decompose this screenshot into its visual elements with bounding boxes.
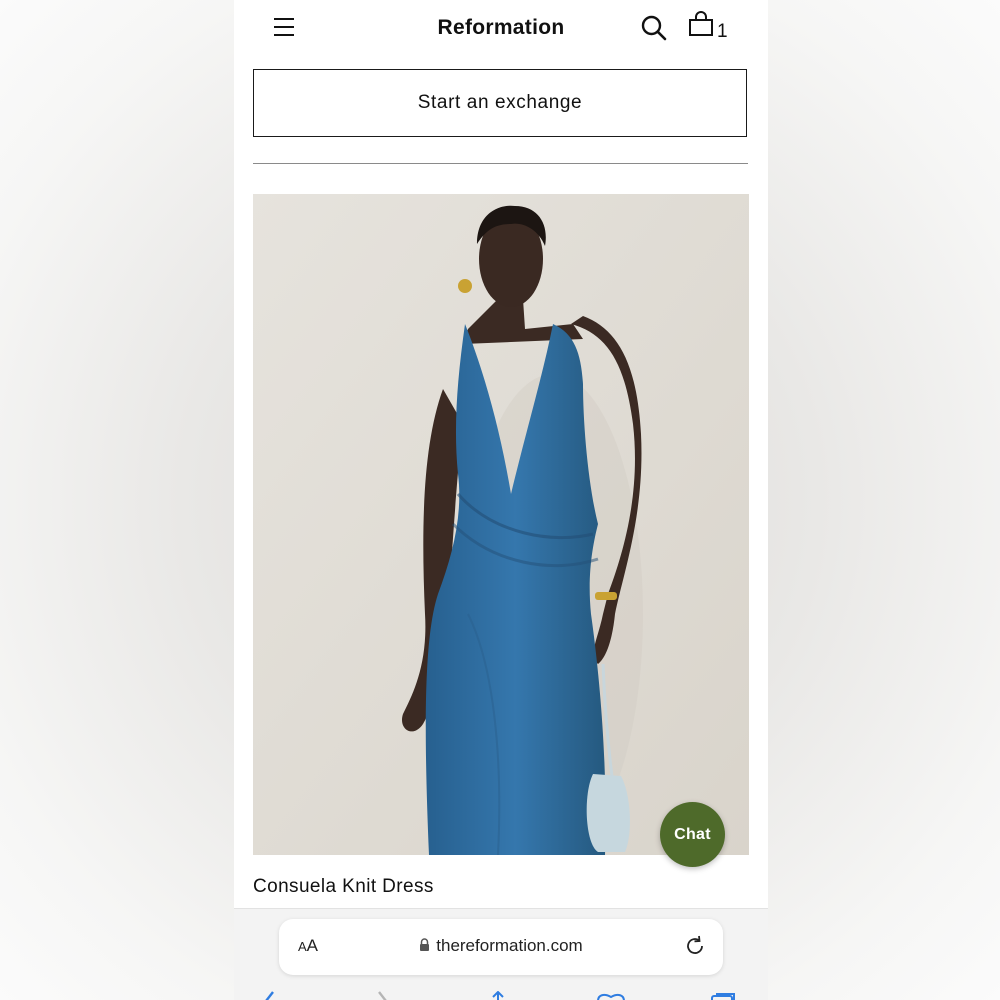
shopping-bag-icon [688, 11, 714, 42]
forward-icon[interactable] [374, 991, 390, 1000]
search-icon[interactable] [640, 14, 668, 42]
cart-count: 1 [717, 21, 728, 42]
url-field[interactable]: thereformation.com [279, 936, 723, 957]
share-icon[interactable] [486, 991, 510, 1000]
cart-button[interactable]: 1 [688, 11, 728, 42]
product-name[interactable]: Consuela Knit Dress [253, 876, 434, 898]
address-bar[interactable]: AA thereformation.com [279, 919, 723, 975]
phone-screen: Reformation 1 Start an exchange Chat Con… [234, 0, 768, 1000]
reload-icon[interactable] [683, 934, 707, 958]
site-header: Reformation 1 [234, 0, 768, 58]
browser-nav-icons [234, 987, 768, 1000]
url-text: thereformation.com [436, 936, 583, 955]
bookmarks-icon[interactable] [596, 991, 626, 1000]
start-exchange-button[interactable]: Start an exchange [253, 69, 747, 137]
tabs-icon[interactable] [710, 991, 738, 1000]
lock-icon [419, 937, 430, 957]
browser-toolbar: AA thereformation.com [234, 908, 768, 1000]
divider [253, 163, 748, 164]
back-icon[interactable] [262, 991, 278, 1000]
product-image[interactable] [253, 194, 749, 855]
chat-button[interactable]: Chat [660, 802, 725, 867]
